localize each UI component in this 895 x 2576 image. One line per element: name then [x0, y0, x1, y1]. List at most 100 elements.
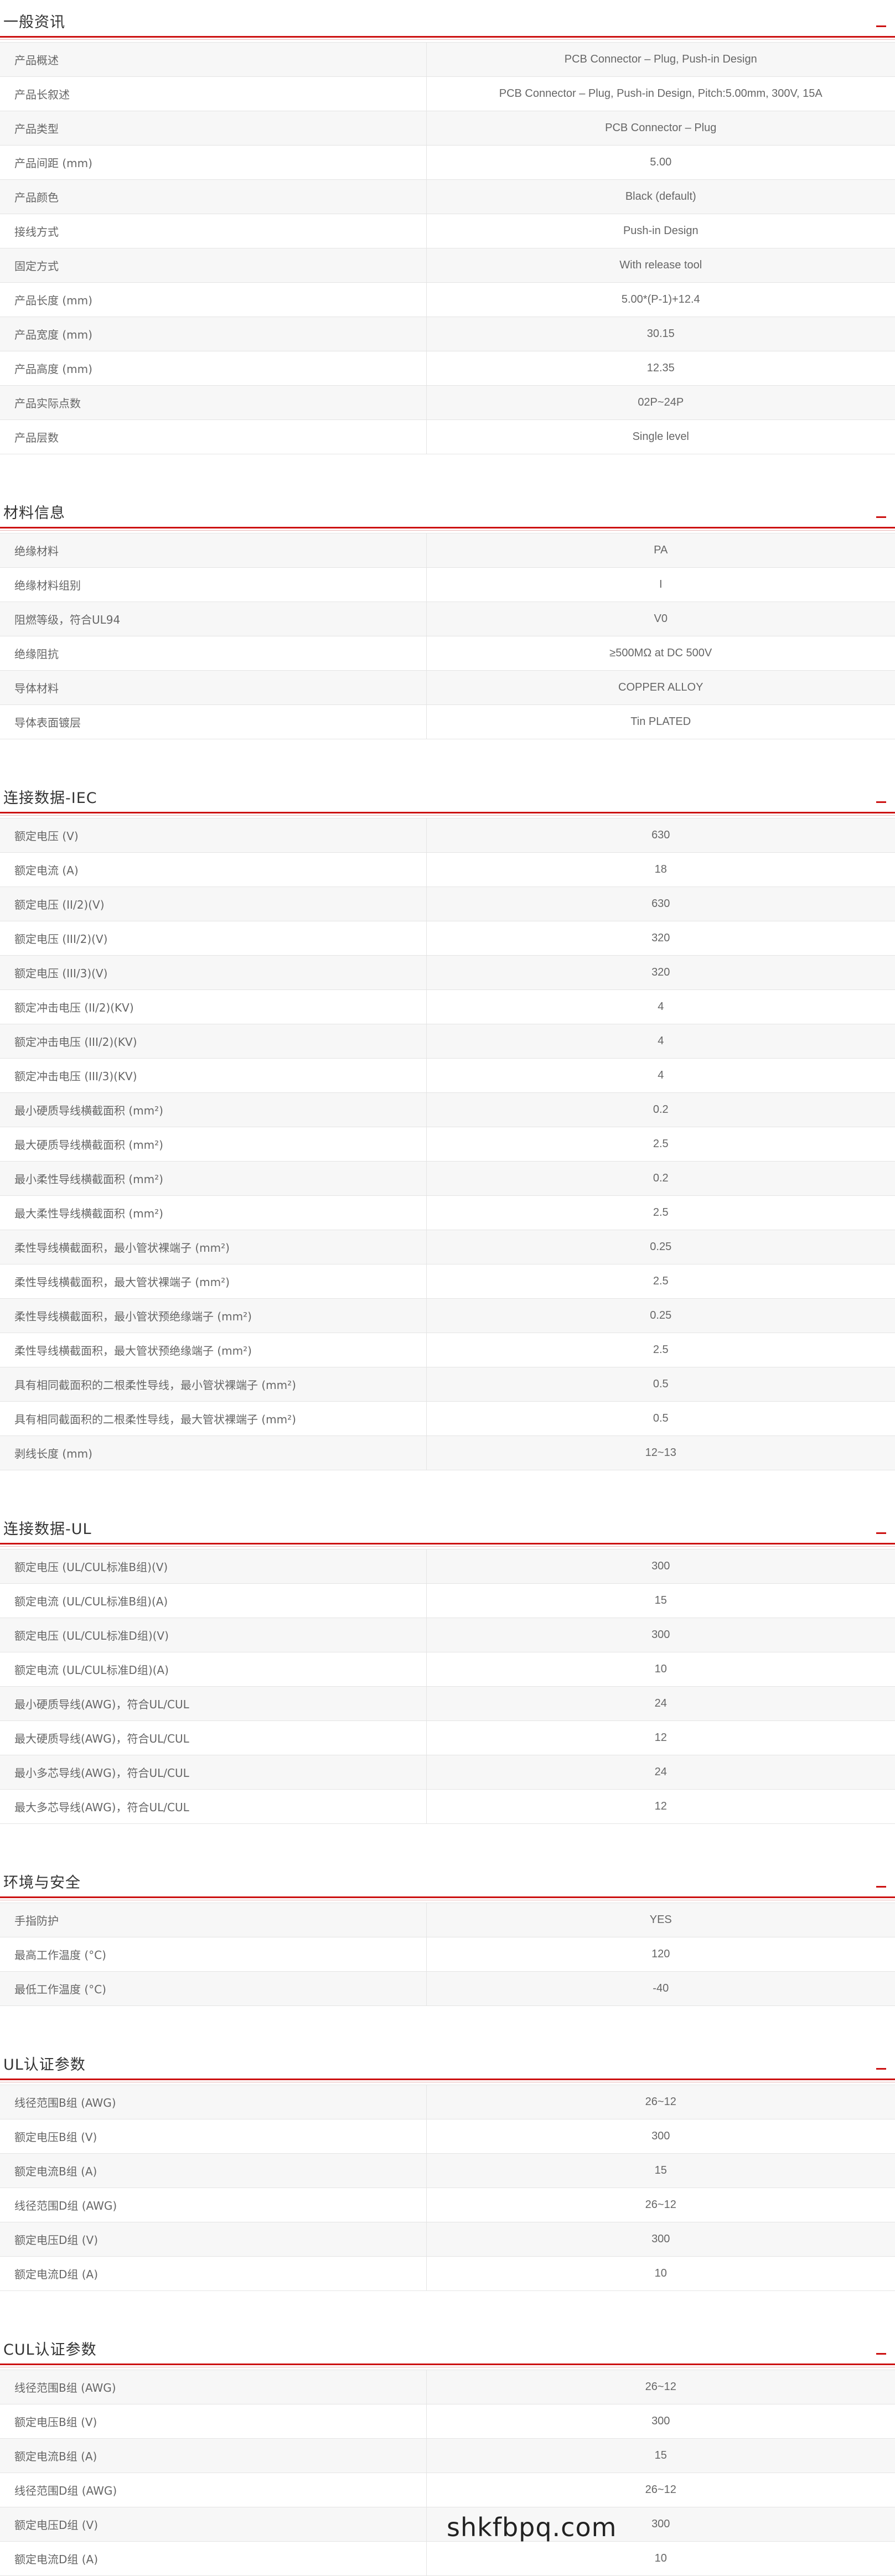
- spec-label: 额定电压 (UL/CUL标准D组)(V): [0, 1618, 427, 1652]
- section-title: 一般资讯: [3, 14, 65, 31]
- spec-label: 阻燃等级，符合UL94: [0, 602, 427, 636]
- spec-value: 0.5: [426, 1401, 895, 1436]
- spec-label: 最小硬质导线(AWG)，符合UL/CUL: [0, 1686, 427, 1721]
- section-header: 环境与安全: [0, 1860, 895, 1900]
- spec-label: 产品高度 (mm): [0, 351, 427, 386]
- spec-value: 4: [426, 1024, 895, 1059]
- spec-value: I: [426, 567, 895, 602]
- table-row: 最小柔性导线横截面积 (mm²) 0.2: [0, 1161, 895, 1196]
- spec-label: 最大硬质导线(AWG)，符合UL/CUL: [0, 1720, 427, 1755]
- spec-value: 02P~24P: [426, 385, 895, 420]
- spec-value: PCB Connector – Plug, Push-in Design, Pi…: [426, 76, 895, 111]
- spec-table: 绝缘材料 PA 绝缘材料组别 I 阻燃等级，符合UL94 V0 绝缘阻抗 ≥500MΩ at …: [0, 533, 895, 739]
- table-row: 最小硬质导线(AWG)，符合UL/CUL 24: [0, 1686, 895, 1721]
- spec-label: 额定电压D组 (V): [0, 2507, 427, 2542]
- spec-label: 产品类型: [0, 111, 427, 146]
- spec-value: 0.5: [426, 1367, 895, 1402]
- table-row: 最小硬质导线横截面积 (mm²) 0.2: [0, 1092, 895, 1127]
- table-row: 最小多芯导线(AWG)，符合UL/CUL 24: [0, 1755, 895, 1790]
- table-row: 接线方式 Push-in Design: [0, 214, 895, 248]
- spec-label: 柔性导线横截面积，最大管状预绝缘端子 (mm²): [0, 1333, 427, 1367]
- spec-value: 300: [426, 2404, 895, 2439]
- table-row: 固定方式 With release tool: [0, 248, 895, 283]
- spec-value: 30.15: [426, 317, 895, 351]
- spec-section: UL认证参数线径范围B组 (AWG) 26~12 额定电压B组 (V) 300 额定电流…: [0, 2043, 895, 2291]
- spec-table: 额定电压 (UL/CUL标准B组)(V) 300 额定电流 (UL/CUL标准B组)…: [0, 1549, 895, 1824]
- spec-label: 额定电流B组 (A): [0, 2153, 427, 2188]
- spec-label: 额定电流 (A): [0, 852, 427, 887]
- spec-label: 额定冲击电压 (II/2)(KV): [0, 989, 427, 1024]
- spec-value: 2.5: [426, 1264, 895, 1299]
- spec-label: 额定冲击电压 (III/2)(KV): [0, 1024, 427, 1059]
- minus-icon[interactable]: [875, 1880, 887, 1893]
- table-row: 线径范围B组 (AWG) 26~12: [0, 2085, 895, 2119]
- spec-label: 额定电流B组 (A): [0, 2438, 427, 2473]
- spec-value: 2.5: [426, 1333, 895, 1367]
- spec-label: 最小硬质导线横截面积 (mm²): [0, 1092, 427, 1127]
- table-row: 产品颜色 Black (default): [0, 179, 895, 214]
- spec-label: 最高工作温度 (°C): [0, 1937, 427, 1972]
- spec-value: 2.5: [426, 1127, 895, 1162]
- spec-label: 额定电压D组 (V): [0, 2222, 427, 2257]
- table-row: 额定电压 (UL/CUL标准B组)(V) 300: [0, 1549, 895, 1584]
- spec-value: 24: [426, 1755, 895, 1790]
- spec-value: 300: [426, 2222, 895, 2257]
- table-row: 额定电压 (V) 630: [0, 818, 895, 853]
- table-row: 具有相同截面积的二根柔性导线，最大管状裸端子 (mm²) 0.5: [0, 1401, 895, 1436]
- spec-label: 柔性导线横截面积，最小管状裸端子 (mm²): [0, 1230, 427, 1264]
- section-header: UL认证参数: [0, 2043, 895, 2082]
- spec-label: 额定电压B组 (V): [0, 2404, 427, 2439]
- minus-icon[interactable]: [875, 20, 887, 32]
- section-header: CUL认证参数: [0, 2328, 895, 2367]
- table-row: 柔性导线横截面积，最大管状裸端子 (mm²) 2.5: [0, 1264, 895, 1299]
- spec-label: 接线方式: [0, 214, 427, 248]
- table-row: 最高工作温度 (°C) 120: [0, 1937, 895, 1972]
- table-row: 额定电流D组 (A) 10: [0, 2541, 895, 2576]
- spec-value: 2.5: [426, 1195, 895, 1230]
- minus-icon[interactable]: [875, 796, 887, 808]
- spec-value: PA: [426, 533, 895, 568]
- table-row: 最低工作温度 (°C) -40: [0, 1971, 895, 2006]
- spec-label: 最小柔性导线横截面积 (mm²): [0, 1161, 427, 1196]
- spec-label: 额定电压B组 (V): [0, 2119, 427, 2154]
- spec-value: 4: [426, 1058, 895, 1093]
- spec-value: 24: [426, 1686, 895, 1721]
- spec-label: 产品长叙述: [0, 76, 427, 111]
- spec-label: 额定电流 (UL/CUL标准B组)(A): [0, 1583, 427, 1618]
- table-row: 绝缘材料 PA: [0, 533, 895, 568]
- table-row: 产品实际点数 02P~24P: [0, 385, 895, 420]
- table-row: 产品高度 (mm) 12.35: [0, 351, 895, 386]
- table-row: 产品长叙述 PCB Connector – Plug, Push-in Desig…: [0, 76, 895, 111]
- section-title: UL认证参数: [3, 2056, 86, 2074]
- spec-label: 最大柔性导线横截面积 (mm²): [0, 1195, 427, 1230]
- spec-value: 10: [426, 2541, 895, 2576]
- spec-section: CUL认证参数 线径范围B组 (AWG) 26~12 额定电压B组 (V) 300 额定电…: [0, 2328, 895, 2576]
- spec-label: 固定方式: [0, 248, 427, 283]
- spec-section: 连接数据-UL 额定电压 (UL/CUL标准B组)(V) 300 额定电流 (UL/C…: [0, 1507, 895, 1824]
- spec-section: 环境与安全 手指防护 YES 最高工作温度 (°C) 120 最低工作温度 (°C) -40: [0, 1860, 895, 2006]
- spec-section: 连接数据-IEC 额定电压 (V) 630 额定电流 (A) 18 额定电压 (II/2)…: [0, 776, 895, 1470]
- minus-icon[interactable]: [875, 511, 887, 523]
- spec-label: 线径范围B组 (AWG): [0, 2085, 427, 2119]
- spec-value: Push-in Design: [426, 214, 895, 248]
- spec-value: PCB Connector – Plug, Push-in Design: [426, 42, 895, 77]
- spec-label: 最低工作温度 (°C): [0, 1971, 427, 2006]
- minus-icon[interactable]: [875, 2347, 887, 2360]
- minus-icon[interactable]: [875, 2062, 887, 2075]
- spec-label: 具有相同截面积的二根柔性导线，最小管状裸端子 (mm²): [0, 1367, 427, 1402]
- minus-icon[interactable]: [875, 1527, 887, 1539]
- spec-value: 10: [426, 1652, 895, 1687]
- spec-section: 材料信息 绝缘材料 PA 绝缘材料组别 I 阻燃等级，符合UL94 V0 绝缘阻抗 ≥500MΩ…: [0, 491, 895, 739]
- spec-label: 柔性导线横截面积，最大管状裸端子 (mm²): [0, 1264, 427, 1299]
- spec-value: 15: [426, 1583, 895, 1618]
- spec-table: 产品概述 PCB Connector – Plug, Push-in Design…: [0, 42, 895, 454]
- spec-label: 最大硬质导线横截面积 (mm²): [0, 1127, 427, 1162]
- spec-label: 额定电压 (UL/CUL标准B组)(V): [0, 1549, 427, 1584]
- spec-label: 导体表面镀层: [0, 704, 427, 739]
- table-row: 额定电流B组 (A) 15: [0, 2153, 895, 2188]
- table-row: 额定电压 (II/2)(V) 630: [0, 887, 895, 921]
- table-row: 柔性导线横截面积，最小管状预绝缘端子 (mm²) 0.25: [0, 1298, 895, 1333]
